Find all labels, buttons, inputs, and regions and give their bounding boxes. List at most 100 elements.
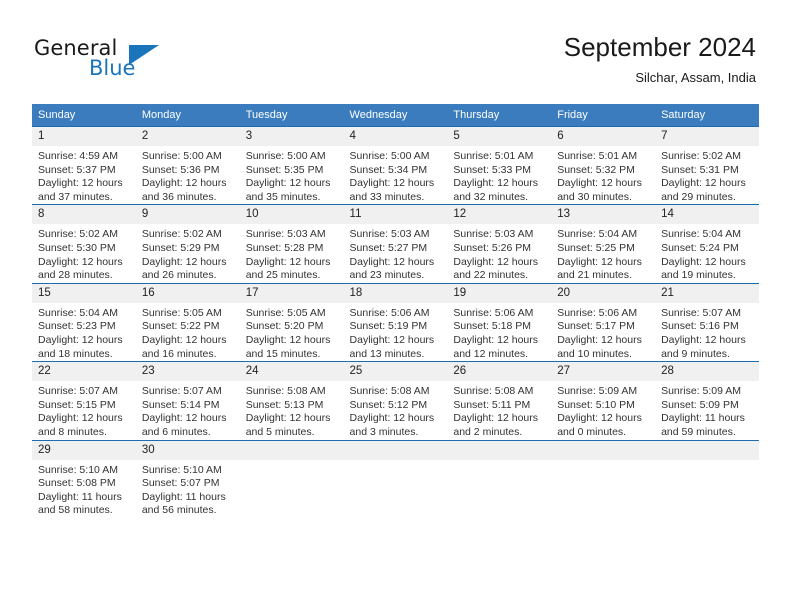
sunrise-text: Sunrise: 5:05 AM (141, 306, 222, 319)
day-cell[interactable]: 3 Sunrise: 5:00 AM Sunset: 5:35 PM Dayli… (239, 125, 344, 205)
daylight-text-line2: and 30 minutes. (557, 190, 632, 203)
daylight-text-line1: Daylight: 12 hours (38, 255, 123, 268)
daylight-text-line1: Daylight: 12 hours (661, 177, 746, 190)
day-number: 20 (551, 283, 656, 303)
daylight-text-line2: and 3 minutes. (349, 425, 419, 438)
day-details: Sunrise: 5:07 AM Sunset: 5:14 PM Dayligh… (136, 381, 240, 439)
day-cell-empty (239, 439, 344, 518)
day-number: 2 (135, 127, 240, 146)
sunset-text: Sunset: 5:22 PM (141, 320, 220, 333)
day-details: Sunrise: 5:03 AM Sunset: 5:28 PM Dayligh… (240, 224, 344, 282)
title-block: September 2024 Silchar, Assam, India (564, 30, 756, 88)
day-cell[interactable]: 20 Sunrise: 5:06 AM Sunset: 5:17 PM Dayl… (551, 282, 656, 362)
day-cell[interactable]: 13 Sunrise: 5:04 AM Sunset: 5:25 PM Dayl… (551, 204, 656, 284)
sunrise-text: Sunrise: 5:06 AM (453, 306, 534, 319)
daylight-text-line2: and 8 minutes. (38, 425, 107, 438)
day-cell[interactable]: 26 Sunrise: 5:08 AM Sunset: 5:11 PM Dayl… (447, 361, 552, 440)
day-cell[interactable]: 9 Sunrise: 5:02 AM Sunset: 5:29 PM Dayli… (135, 204, 240, 284)
day-cell[interactable]: 2 Sunrise: 5:00 AM Sunset: 5:36 PM Dayli… (135, 125, 240, 205)
sunrise-text: Sunrise: 5:05 AM (245, 306, 326, 319)
day-number: 4 (343, 127, 448, 146)
daylight-text-line2: and 29 minutes. (661, 190, 736, 203)
sunrise-text: Sunrise: 5:04 AM (661, 228, 742, 241)
daylight-text-line2: and 9 minutes. (661, 347, 730, 360)
day-cell-empty (447, 439, 552, 518)
day-cell[interactable]: 28 Sunrise: 5:09 AM Sunset: 5:09 PM Dayl… (655, 361, 759, 440)
daylight-text-line2: and 37 minutes. (38, 190, 113, 203)
daylight-text-line2: and 59 minutes. (661, 425, 736, 438)
day-details: Sunrise: 5:10 AM Sunset: 5:07 PM Dayligh… (136, 460, 240, 518)
daylight-text-line1: Daylight: 12 hours (38, 333, 123, 346)
day-cell[interactable]: 11 Sunrise: 5:03 AM Sunset: 5:27 PM Dayl… (343, 204, 448, 284)
day-details: Sunrise: 5:06 AM Sunset: 5:18 PM Dayligh… (447, 303, 551, 361)
daylight-text-line1: Daylight: 12 hours (245, 333, 331, 346)
day-cell[interactable]: 15 Sunrise: 5:04 AM Sunset: 5:23 PM Dayl… (32, 282, 136, 362)
day-cell[interactable]: 24 Sunrise: 5:08 AM Sunset: 5:13 PM Dayl… (239, 361, 344, 440)
day-cell[interactable]: 5 Sunrise: 5:01 AM Sunset: 5:33 PM Dayli… (447, 125, 552, 205)
day-cell[interactable]: 21 Sunrise: 5:07 AM Sunset: 5:16 PM Dayl… (655, 282, 759, 362)
day-details: Sunrise: 5:02 AM Sunset: 5:30 PM Dayligh… (32, 224, 136, 282)
day-cell[interactable]: 14 Sunrise: 5:04 AM Sunset: 5:24 PM Dayl… (655, 204, 759, 284)
day-details: Sunrise: 5:00 AM Sunset: 5:36 PM Dayligh… (136, 146, 240, 204)
day-details: Sunrise: 5:03 AM Sunset: 5:27 PM Dayligh… (344, 224, 448, 282)
sunrise-text: Sunrise: 4:59 AM (38, 150, 118, 162)
calendar-week-row: 29 Sunrise: 5:10 AM Sunset: 5:08 PM Dayl… (32, 439, 759, 518)
day-number: 26 (447, 362, 552, 382)
daylight-text-line2: and 15 minutes. (245, 347, 321, 360)
sunrise-text: Sunrise: 5:02 AM (38, 228, 118, 241)
day-cell[interactable]: 8 Sunrise: 5:02 AM Sunset: 5:30 PM Dayli… (32, 204, 136, 284)
calendar-week-row: 8 Sunrise: 5:02 AM Sunset: 5:30 PM Dayli… (32, 204, 759, 284)
sunrise-text: Sunrise: 5:03 AM (245, 228, 326, 241)
day-cell[interactable]: 7 Sunrise: 5:02 AM Sunset: 5:31 PM Dayli… (655, 125, 759, 205)
day-number: 13 (551, 205, 656, 225)
calendar-table: Sunday Monday Tuesday Wednesday Thursday… (32, 104, 759, 518)
daylight-text-line1: Daylight: 12 hours (557, 255, 642, 268)
weekday-header-monday: Monday (135, 104, 240, 127)
sunrise-text: Sunrise: 5:00 AM (245, 150, 326, 162)
location-subtitle: Silchar, Assam, India (635, 70, 756, 85)
sunrise-text: Sunrise: 5:03 AM (453, 228, 534, 241)
sunrise-text: Sunrise: 5:07 AM (661, 306, 742, 319)
daylight-text-line2: and 19 minutes. (661, 269, 736, 282)
daylight-text-line1: Daylight: 12 hours (661, 255, 746, 268)
sunset-text: Sunset: 5:23 PM (38, 320, 116, 333)
sunset-text: Sunset: 5:32 PM (557, 163, 635, 176)
day-cell[interactable]: 6 Sunrise: 5:01 AM Sunset: 5:32 PM Dayli… (551, 125, 656, 205)
daylight-text-line2: and 33 minutes. (349, 190, 425, 203)
day-cell[interactable]: 30 Sunrise: 5:10 AM Sunset: 5:07 PM Dayl… (135, 439, 240, 518)
day-cell[interactable]: 25 Sunrise: 5:08 AM Sunset: 5:12 PM Dayl… (343, 361, 448, 440)
sunset-text: Sunset: 5:35 PM (245, 163, 324, 176)
day-number: 28 (655, 362, 759, 382)
sunset-text: Sunset: 5:24 PM (661, 241, 739, 254)
sunrise-text: Sunrise: 5:03 AM (349, 228, 430, 241)
daylight-text-line1: Daylight: 12 hours (453, 412, 539, 425)
day-number: 22 (32, 362, 136, 382)
day-details: Sunrise: 5:02 AM Sunset: 5:31 PM Dayligh… (655, 146, 759, 204)
day-cell[interactable]: 23 Sunrise: 5:07 AM Sunset: 5:14 PM Dayl… (135, 361, 240, 440)
day-cell[interactable]: 1 Sunrise: 4:59 AM Sunset: 5:37 PM Dayli… (32, 125, 136, 205)
sunrise-text: Sunrise: 5:02 AM (141, 228, 222, 241)
sunset-text: Sunset: 5:15 PM (38, 398, 116, 411)
sunset-text: Sunset: 5:18 PM (453, 320, 532, 333)
day-details: Sunrise: 5:08 AM Sunset: 5:11 PM Dayligh… (447, 381, 551, 439)
day-number: 25 (343, 362, 448, 382)
day-cell[interactable]: 22 Sunrise: 5:07 AM Sunset: 5:15 PM Dayl… (32, 361, 136, 440)
calendar-header-row: Sunday Monday Tuesday Wednesday Thursday… (32, 104, 759, 127)
day-cell[interactable]: 18 Sunrise: 5:06 AM Sunset: 5:19 PM Dayl… (343, 282, 448, 362)
daylight-text-line2: and 0 minutes. (557, 425, 627, 438)
daylight-text-line2: and 16 minutes. (141, 347, 217, 360)
day-cell[interactable]: 29 Sunrise: 5:10 AM Sunset: 5:08 PM Dayl… (32, 439, 136, 518)
day-cell[interactable]: 19 Sunrise: 5:06 AM Sunset: 5:18 PM Dayl… (447, 282, 552, 362)
day-cell[interactable]: 12 Sunrise: 5:03 AM Sunset: 5:26 PM Dayl… (447, 204, 552, 284)
day-cell[interactable]: 17 Sunrise: 5:05 AM Sunset: 5:20 PM Dayl… (239, 282, 344, 362)
day-number: 24 (239, 362, 344, 382)
day-cell[interactable]: 16 Sunrise: 5:05 AM Sunset: 5:22 PM Dayl… (135, 282, 240, 362)
sunset-text: Sunset: 5:26 PM (453, 241, 532, 254)
day-cell[interactable]: 27 Sunrise: 5:09 AM Sunset: 5:10 PM Dayl… (551, 361, 656, 440)
general-blue-logo[interactable]: General Blue (34, 36, 214, 86)
day-cell[interactable]: 10 Sunrise: 5:03 AM Sunset: 5:28 PM Dayl… (239, 204, 344, 284)
day-number: 29 (32, 440, 136, 460)
day-number: 12 (447, 205, 552, 225)
daylight-text-line1: Daylight: 12 hours (557, 333, 642, 346)
day-cell[interactable]: 4 Sunrise: 5:00 AM Sunset: 5:34 PM Dayli… (343, 125, 448, 205)
